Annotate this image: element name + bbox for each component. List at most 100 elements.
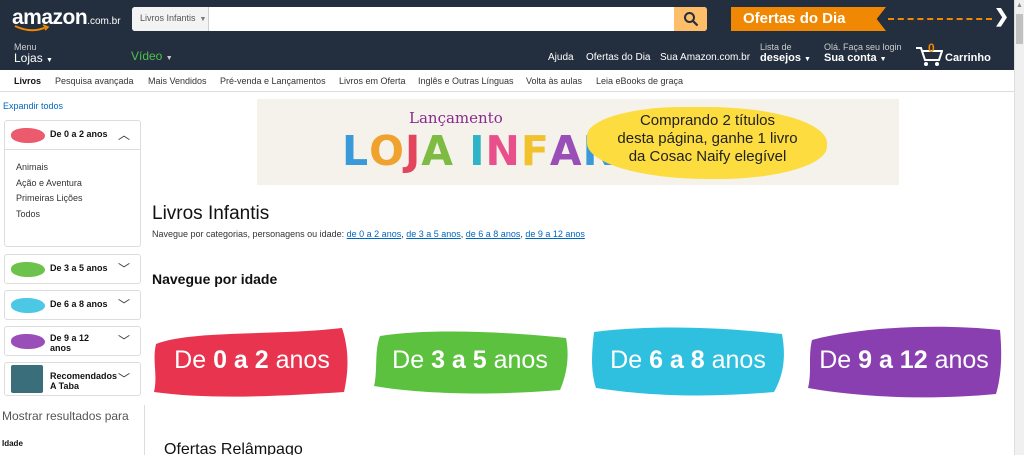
age-tile-9-12[interactable]: De 9 a 12 anos (804, 322, 1004, 400)
subnav-livros-em-oferta[interactable]: Livros em Oferta (339, 76, 406, 86)
subnav-mais-vendidos[interactable]: Mais Vendidos (148, 76, 207, 86)
page: amazon.com.br Livros Infantis ▼ Ofertas d… (0, 0, 1024, 455)
search-bar: Livros Infantis ▼ (132, 7, 707, 31)
category-header[interactable]: De 0 a 2 anos ︿ (5, 121, 140, 149)
show-results-heading: Mostrar resultados para (2, 409, 129, 423)
age-tile-label: De 6 a 8 anos (610, 346, 766, 374)
browse-line: Navegue por categorias, personagens ou i… (152, 229, 585, 239)
search-icon (683, 12, 698, 27)
lista-de-desejos[interactable]: Lista de desejos ▼ (760, 42, 811, 65)
cart-label: Carrinho (945, 52, 991, 64)
ajuda-link[interactable]: Ajuda (548, 52, 574, 63)
category-label: De 0 a 2 anos (50, 129, 108, 139)
chevron-down-icon: ▼ (199, 16, 207, 23)
scroll-thumb[interactable] (1016, 14, 1023, 44)
lista-big-label: desejos (760, 52, 801, 64)
category-label: De 3 a 5 anos (50, 263, 108, 273)
browse-prefix: Navegue por categorias, personagens ou i… (152, 229, 345, 239)
amazon-smile-icon (14, 24, 50, 32)
chevron-up-icon[interactable]: ︿ (118, 126, 130, 143)
section-heading-age: Navegue por idade (152, 271, 278, 287)
chevron-down-icon[interactable]: ﹀ (118, 296, 130, 313)
banner-dashed-line (888, 18, 992, 20)
sua-conta[interactable]: Olá. Faça seu login Sua conta ▼ (824, 42, 902, 65)
category-label: Recomendados A Taba (50, 371, 118, 391)
sidebar-category-6-8[interactable]: De 6 a 8 anos ﹀ (4, 290, 141, 320)
conta-label: Sua conta (824, 52, 877, 64)
subnav-ingles[interactable]: Inglês e Outras Línguas (418, 76, 514, 86)
search-button[interactable] (674, 7, 707, 31)
top-bar: amazon.com.br Livros Infantis ▼ Ofertas d… (0, 0, 1014, 38)
menu-lojas[interactable]: Menu Lojas ▼ (14, 42, 53, 66)
category-item-animais[interactable]: Animais (16, 160, 140, 176)
category-item-todos[interactable]: Todos (16, 207, 140, 223)
age-link-6-8[interactable]: de 6 a 8 anos (466, 229, 521, 239)
lojas-label: Lojas (14, 51, 43, 65)
hero-store-letter: I (469, 127, 486, 175)
hero-store-letter (454, 127, 469, 175)
category-label: De 6 a 8 anos (50, 299, 108, 309)
hero-store-letter: F (520, 127, 550, 175)
page-scrollbar[interactable]: ▲ (1014, 0, 1024, 455)
ofertas-do-dia-banner[interactable]: Ofertas do Dia (731, 7, 886, 31)
watercolor-swatch (11, 334, 45, 349)
category-items: Animais Ação e Aventura Primeiras Lições… (5, 149, 140, 222)
sidebar-category-3-5[interactable]: De 3 a 5 anos ﹀ (4, 254, 141, 284)
age-link-3-5[interactable]: de 3 a 5 anos (406, 229, 461, 239)
subnav-volta-as-aulas[interactable]: Volta às aulas (526, 76, 582, 86)
subnav-livros[interactable]: Livros (14, 76, 41, 86)
age-filter-label: Idade (2, 439, 23, 448)
flash-deals-heading: Ofertas Relâmpago (164, 441, 303, 455)
caret-down-icon: ▼ (879, 56, 887, 63)
hero-banner[interactable]: Lançamento LOJA INFANTIL Comprando 2 tít… (257, 99, 899, 185)
subnav-ebooks[interactable]: Leia eBooks de graça (596, 76, 683, 86)
category-item-acao[interactable]: Ação e Aventura (16, 176, 140, 192)
sidebar-category-recomendados[interactable]: Recomendados A Taba ﹀ (4, 362, 141, 396)
subnav-pre-venda[interactable]: Pré-venda e Lançamentos (220, 76, 326, 86)
sidebar: Expandir todos De 0 a 2 anos ︿ Animais A… (0, 92, 145, 455)
sidebar-divider (144, 405, 145, 455)
age-tile-label: De 3 a 5 anos (392, 346, 548, 374)
hero-store-letter: A (549, 127, 583, 175)
hero-store-letter: O (369, 127, 405, 175)
sua-amazon-link[interactable]: Sua Amazon.com.br (660, 52, 750, 63)
chevron-right-icon[interactable]: ❯ (994, 6, 1009, 27)
age-tile-0-2[interactable]: De 0 a 2 anos (152, 322, 352, 400)
chevron-down-icon[interactable]: ﹀ (118, 332, 130, 349)
category-label: De 9 a 12 anos (50, 333, 90, 353)
a-taba-thumbnail (11, 365, 43, 393)
hero-store-letter: L (342, 127, 370, 175)
subnav-pesquisa-avancada[interactable]: Pesquisa avançada (55, 76, 134, 86)
watercolor-swatch (11, 128, 45, 143)
scroll-up-icon[interactable]: ▲ (1016, 2, 1023, 9)
age-link-0-2[interactable]: de 0 a 2 anos (347, 229, 402, 239)
age-link-9-12[interactable]: de 9 a 12 anos (525, 229, 585, 239)
chevron-down-icon[interactable]: ﹀ (118, 370, 130, 387)
expand-all-link[interactable]: Expandir todos (3, 101, 63, 111)
age-tile-3-5[interactable]: De 3 a 5 anos (370, 322, 570, 400)
search-input[interactable] (210, 7, 674, 31)
ofertas-do-dia-link[interactable]: Ofertas do Dia (586, 52, 650, 63)
sidebar-category-9-12[interactable]: De 9 a 12 anos ﹀ (4, 326, 141, 356)
watercolor-swatch (11, 298, 45, 313)
hero-store-letter: A (421, 127, 454, 175)
watercolor-swatch (11, 262, 45, 277)
video-link[interactable]: Vídeo ▼ (131, 49, 173, 63)
sidebar-category-0-2: De 0 a 2 anos ︿ Animais Ação e Aventura … (4, 120, 141, 247)
cart-count: 0 (928, 41, 935, 55)
search-department-select[interactable]: Livros Infantis ▼ (132, 7, 209, 31)
chevron-down-icon[interactable]: ﹀ (118, 260, 130, 277)
hero-store-letter: N (485, 127, 521, 175)
caret-down-icon: ▼ (46, 57, 53, 64)
cart-button[interactable]: 0 Carrinho (915, 41, 995, 66)
hero-store-letter: J (405, 127, 422, 175)
hero-launch-text: Lançamento (409, 109, 503, 127)
caret-down-icon: ▼ (804, 56, 811, 63)
hero-promo-text: Comprando 2 títulos desta página, ganhe … (617, 112, 798, 165)
age-tile-6-8[interactable]: De 6 a 8 anos (588, 322, 788, 400)
category-item-primeiras-licoes[interactable]: Primeiras Lições (16, 191, 140, 207)
caret-down-icon: ▼ (165, 55, 173, 62)
age-tile-label: De 0 a 2 anos (174, 346, 330, 374)
page-title: Livros Infantis (152, 203, 270, 224)
category-subnav: Livros Pesquisa avançada Mais Vendidos P… (0, 70, 1014, 92)
